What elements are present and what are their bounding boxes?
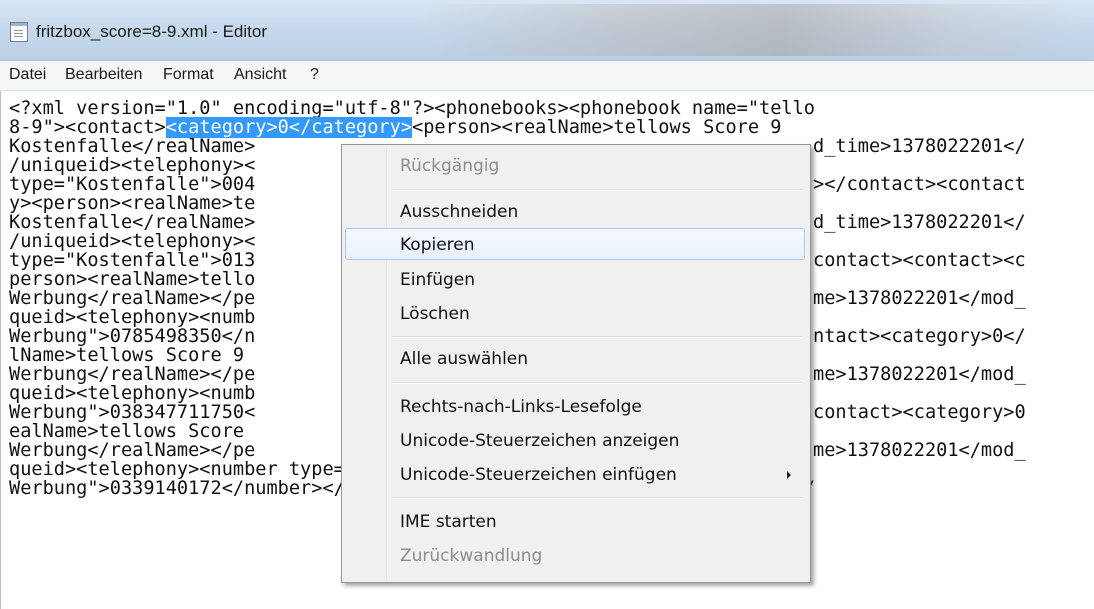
submenu-arrow-icon — [787, 471, 791, 479]
editor-fragment: ></contact><contact — [813, 174, 1026, 195]
menu-item-reconversion[interactable]: Zurückwandlung — [345, 539, 805, 571]
menu-format[interactable]: Format — [163, 66, 214, 84]
menu-help[interactable]: ? — [310, 66, 319, 84]
editor-fragment: contact><contact><c — [813, 250, 1026, 271]
editor-line-11: Werbung</realName></pe — [9, 288, 256, 309]
menu-item-rtl-label: Rechts-nach-Links-Lesefolge — [400, 397, 642, 417]
menu-item-insert-unicode-label: Unicode-Steuerzeichen einfügen — [400, 465, 677, 485]
menu-item-paste[interactable]: Einfügen — [345, 263, 805, 295]
editor-line-16: queid><telephony><numb — [9, 383, 256, 404]
editor-line-7: Kostenfalle</realName> — [9, 212, 256, 233]
menu-item-reconversion-label: Zurückwandlung — [400, 546, 543, 566]
editor-fragment: contact><category>0 — [813, 402, 1026, 423]
editor-line-9: type="Kostenfalle">013 — [9, 250, 256, 271]
editor-line-8: /uniqueid><telephony>< — [9, 231, 256, 252]
menu-item-rtl[interactable]: Rechts-nach-Links-Lesefolge — [345, 390, 805, 422]
editor-line-17: Werbung">038347711750< — [9, 402, 256, 423]
context-menu: Rückgängig Ausschneiden Kopieren Einfüge… — [341, 144, 811, 583]
editor-line-5: type="Kostenfalle">004 — [9, 174, 256, 195]
editor-line-13: Werbung">0785498350</n — [9, 326, 256, 347]
editor-line-3: Kostenfalle</realName> — [9, 136, 256, 157]
editor-line-6: y><person><realName>te — [9, 193, 256, 214]
editor-fragment: me>1378022201</mod_ — [813, 288, 1026, 309]
editor-line-18: ealName>tellows Score — [9, 421, 245, 442]
menu-separator — [392, 336, 802, 338]
menu-item-show-unicode-label: Unicode-Steuerzeichen anzeigen — [400, 431, 680, 451]
menu-separator — [392, 497, 802, 499]
menu-separator — [392, 382, 802, 384]
notepad-icon[interactable] — [10, 22, 28, 42]
menu-item-paste-label: Einfügen — [400, 270, 476, 290]
editor-fragment: ntact><category>0</ — [813, 326, 1026, 347]
selected-text[interactable]: <category>0</category> — [165, 117, 413, 138]
menu-item-copy[interactable]: Kopieren — [345, 228, 805, 260]
menu-item-ime-open[interactable]: IME starten — [345, 505, 805, 537]
menu-item-copy-label: Kopieren — [400, 235, 475, 255]
menu-ansicht[interactable]: Ansicht — [234, 66, 286, 84]
editor-fragment: me>1378022201</mod_ — [813, 440, 1026, 461]
editor-line-1: <?xml version="1.0" encoding="utf-8"?><p… — [9, 98, 815, 119]
editor-fragment: d_time>1378022201</ — [813, 212, 1026, 233]
editor-line-2-start: 8-9"><contact> — [9, 117, 166, 138]
editor-line-4: /uniqueid><telephony>< — [9, 155, 256, 176]
menu-item-cut[interactable]: Ausschneiden — [345, 195, 805, 227]
window-title: fritzbox_score=8-9.xml - Editor — [36, 22, 267, 41]
editor-fragment: me>1378022201</mod_ — [813, 364, 1026, 385]
menu-item-select-all-label: Alle auswählen — [400, 349, 529, 369]
menu-item-undo-label: Rückgängig — [400, 156, 500, 176]
menu-item-show-unicode[interactable]: Unicode-Steuerzeichen anzeigen — [345, 424, 805, 456]
menu-item-ime-open-label: IME starten — [400, 512, 497, 532]
menu-datei[interactable]: Datei — [9, 66, 46, 84]
editor-line-12: queid><telephony><numb — [9, 307, 256, 328]
menu-item-cut-label: Ausschneiden — [400, 202, 519, 222]
title-bar-background — [420, 4, 1080, 56]
editor-line-2: 8-9"><contact><category>0</category><per… — [9, 117, 782, 138]
menu-bearbeiten[interactable]: Bearbeiten — [65, 66, 142, 84]
menu-item-undo[interactable]: Rückgängig — [345, 149, 805, 181]
menu-separator — [392, 189, 802, 191]
editor-fragment: d_time>1378022201</ — [813, 136, 1026, 157]
editor-line-2-end: <person><realName>tellows Score 9 — [412, 117, 782, 138]
menu-item-delete-label: Löschen — [400, 304, 470, 324]
title-bar[interactable]: fritzbox_score=8-9.xml - Editor — [0, 0, 1094, 61]
editor-line-14: lName>tellows Score 9 — [9, 345, 245, 366]
menu-bar: Datei Bearbeiten Format Ansicht ? — [0, 61, 1094, 91]
menu-item-select-all[interactable]: Alle auswählen — [345, 342, 805, 374]
editor-line-10: person><realName>tello — [9, 269, 256, 290]
editor-line-15: Werbung</realName></pe — [9, 364, 256, 385]
editor-line-19: Werbung</realName></pe — [9, 440, 256, 461]
menu-item-insert-unicode[interactable]: Unicode-Steuerzeichen einfügen — [345, 458, 805, 490]
menu-item-delete[interactable]: Löschen — [345, 297, 805, 329]
